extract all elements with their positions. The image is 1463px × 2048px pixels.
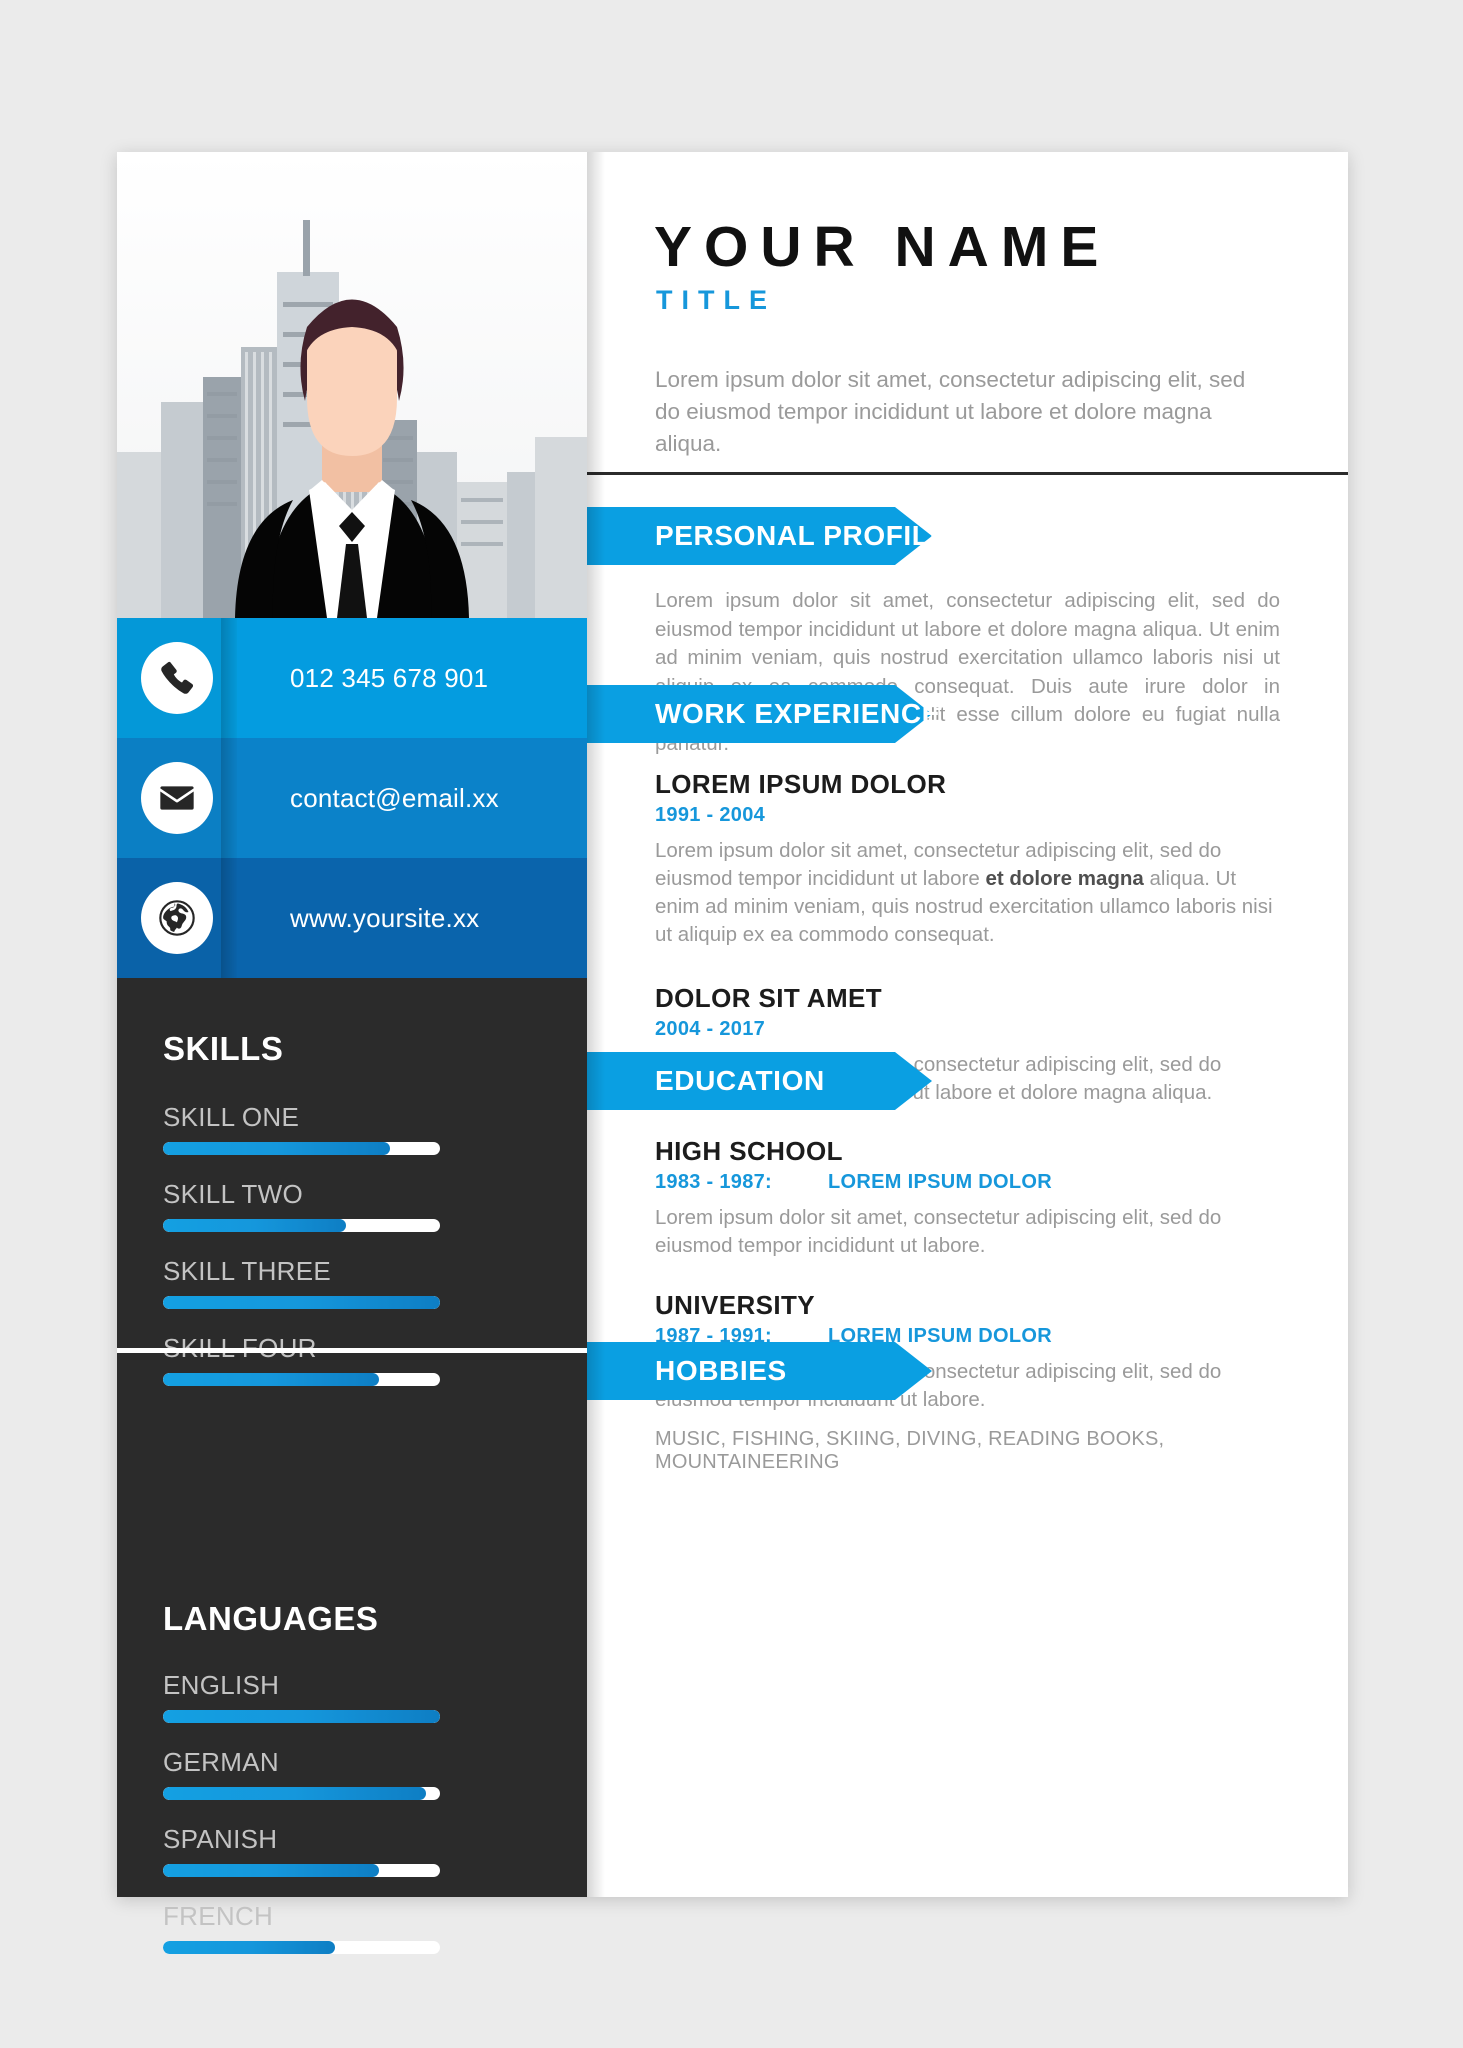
languages-list: ENGLISH GERMAN SPANISH FRENCH bbox=[117, 1670, 587, 1954]
work-entry-text: Lorem ipsum dolor sit amet, consectetur … bbox=[655, 839, 1273, 946]
education-entry-title: HIGH SCHOOL bbox=[655, 1136, 843, 1166]
skill-item: SKILL ONE bbox=[163, 1102, 440, 1155]
page-title: YOUR NAME bbox=[654, 215, 1111, 279]
education-entry-title: UNIVERSITY bbox=[655, 1290, 816, 1320]
panel-divider bbox=[117, 1348, 587, 1353]
language-progress-fill bbox=[163, 1710, 440, 1723]
skill-progress-track bbox=[163, 1219, 440, 1232]
section-heading: EDUCATION bbox=[655, 1065, 825, 1096]
work-entry-date: 2004 - 2017 bbox=[655, 1018, 766, 1040]
language-progress-track bbox=[163, 1941, 440, 1954]
envelope-icon-cell bbox=[117, 738, 237, 858]
entry-spacer bbox=[655, 949, 1280, 983]
skill-progress-track bbox=[163, 1373, 440, 1386]
ribbon-work-experience: WORK EXPERIENCE bbox=[587, 685, 1348, 743]
hobbies-text: MUSIC, FISHING, SKIING, DIVING, READING … bbox=[655, 1428, 1165, 1473]
languages-title: LANGUAGES bbox=[163, 1600, 379, 1637]
skill-label: SKILL THREE bbox=[163, 1256, 332, 1286]
skill-label: SKILL TWO bbox=[163, 1179, 303, 1209]
phone-icon bbox=[141, 642, 213, 714]
skills-list: SKILL ONE SKILL TWO SKILL THREE bbox=[117, 1102, 587, 1386]
envelope-icon bbox=[141, 762, 213, 834]
language-progress-track bbox=[163, 1710, 440, 1723]
right-column: YOUR NAME TITLE Lorem ipsum dolor sit am… bbox=[587, 152, 1348, 1897]
education-entry-place: LOREM IPSUM DOLOR bbox=[828, 1171, 1053, 1193]
globe-icon-cell bbox=[117, 858, 237, 978]
work-entry: LOREM IPSUM DOLOR 1991 - 2004 Lorem ipsu… bbox=[655, 769, 1280, 949]
section-work-experience: WORK EXPERIENCE LOREM IPSUM DOLOR 1991 -… bbox=[587, 685, 1348, 1107]
left-column: 012 345 678 901 contact@email.xx www.you… bbox=[117, 152, 587, 1954]
skill-progress-fill bbox=[163, 1142, 391, 1155]
section-hobbies: HOBBIES MUSIC, FISHING, SKIING, DIVING, … bbox=[587, 1342, 1348, 1474]
language-item: SPANISH bbox=[163, 1824, 440, 1877]
globe-icon bbox=[141, 882, 213, 954]
language-progress-fill bbox=[163, 1941, 335, 1954]
work-entry-title: DOLOR SIT AMET bbox=[655, 983, 883, 1013]
skills-panel: SKILLS SKILL ONE SKILL TWO SKILL THREE bbox=[117, 978, 587, 1386]
profile-photo bbox=[117, 152, 587, 618]
phone-icon-cell bbox=[117, 618, 237, 738]
work-entry-date: 1991 - 2004 bbox=[655, 804, 766, 826]
skill-item: SKILL THREE bbox=[163, 1256, 440, 1309]
contact-row-email[interactable]: contact@email.xx bbox=[117, 738, 587, 858]
education-entry-date: 1983 - 1987: LOREM IPSUM DOLOR bbox=[655, 1171, 1053, 1193]
skill-label: SKILL ONE bbox=[163, 1102, 300, 1132]
job-title: TITLE bbox=[656, 285, 776, 315]
contact-row-website[interactable]: www.yoursite.xx bbox=[117, 858, 587, 978]
website-url: www.yoursite.xx bbox=[290, 902, 480, 933]
education-entry: HIGH SCHOOL 1983 - 1987: LOREM IPSUM DOLO… bbox=[655, 1136, 1280, 1260]
ribbon-hobbies: HOBBIES bbox=[587, 1342, 1348, 1400]
language-label: FRENCH bbox=[163, 1901, 274, 1931]
language-label: ENGLISH bbox=[163, 1670, 280, 1700]
entry-spacer bbox=[655, 1260, 1280, 1290]
skill-progress-fill bbox=[163, 1219, 346, 1232]
skill-progress-fill bbox=[163, 1373, 380, 1386]
language-label: SPANISH bbox=[163, 1824, 278, 1854]
intro-paragraph: Lorem ipsum dolor sit amet, consectetur … bbox=[655, 367, 1246, 456]
language-progress-fill bbox=[163, 1864, 380, 1877]
language-label: GERMAN bbox=[163, 1747, 279, 1777]
language-item: FRENCH bbox=[163, 1901, 440, 1954]
contact-list: 012 345 678 901 contact@email.xx www.you… bbox=[117, 618, 587, 978]
phone-number: 012 345 678 901 bbox=[290, 662, 489, 693]
language-progress-track bbox=[163, 1787, 440, 1800]
ribbon-education: EDUCATION bbox=[587, 1052, 1348, 1110]
email-address: contact@email.xx bbox=[290, 782, 499, 813]
section-heading: PERSONAL PROFILE bbox=[655, 520, 949, 551]
column-shadow bbox=[587, 152, 605, 1897]
header-divider bbox=[587, 472, 1348, 475]
skills-title: SKILLS bbox=[163, 1030, 284, 1067]
skill-item: SKILL FOUR bbox=[163, 1333, 440, 1386]
skill-item: SKILL TWO bbox=[163, 1179, 440, 1232]
work-entry-title: LOREM IPSUM DOLOR bbox=[655, 769, 947, 799]
language-progress-track bbox=[163, 1864, 440, 1877]
language-progress-fill bbox=[163, 1787, 427, 1800]
section-heading: WORK EXPERIENCE bbox=[655, 698, 941, 729]
resume-page: 012 345 678 901 contact@email.xx www.you… bbox=[0, 0, 1463, 2048]
hobbies-body: MUSIC, FISHING, SKIING, DIVING, READING … bbox=[587, 1400, 1348, 1474]
resume-card: 012 345 678 901 contact@email.xx www.you… bbox=[117, 152, 1348, 1954]
skill-progress-track bbox=[163, 1142, 440, 1155]
section-heading: HOBBIES bbox=[655, 1355, 787, 1386]
skill-progress-track bbox=[163, 1296, 440, 1309]
language-item: ENGLISH bbox=[163, 1670, 440, 1723]
languages-panel: LANGUAGES ENGLISH GERMAN SPANISH FRENCH bbox=[117, 1532, 587, 1954]
contact-row-phone[interactable]: 012 345 678 901 bbox=[117, 618, 587, 738]
ribbon-personal-profile: PERSONAL PROFILE bbox=[587, 507, 1348, 565]
language-item: GERMAN bbox=[163, 1747, 440, 1800]
education-entry-text: Lorem ipsum dolor sit amet, consectetur … bbox=[655, 1206, 1222, 1257]
skill-progress-fill bbox=[163, 1296, 440, 1309]
